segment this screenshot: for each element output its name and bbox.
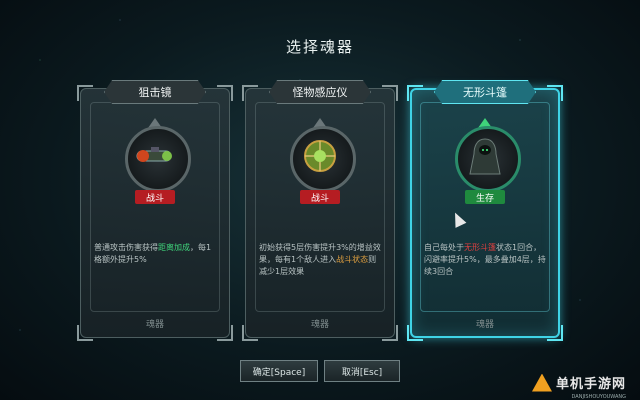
scope-icon — [125, 126, 185, 186]
card-description: 自己每处于无形斗篷状态1回合，闪避率提升5%，最多叠加4层，持续3回合 — [424, 243, 546, 276]
card-description: 初始获得5层伤害提升3%的增益效果，每有1个敌人进入战斗状态则减少1层效果 — [259, 243, 381, 276]
soul-card-invisible-cloak[interactable]: 无形斗篷 生存 自己每处于无形斗篷状态1回合，闪避率提升5%，最多叠加4层，持续… — [407, 76, 563, 341]
cancel-button[interactable]: 取消[Esc] — [324, 360, 400, 382]
corner-ornament — [217, 85, 233, 101]
card-name: 无形斗篷 — [434, 80, 536, 104]
category-tag: 战斗 — [135, 190, 175, 204]
corner-ornament — [382, 85, 398, 101]
category-tag: 生存 — [465, 190, 505, 204]
corner-ornament — [547, 85, 563, 101]
confirm-button[interactable]: 确定[Space] — [240, 360, 318, 382]
page-title: 选择魂器 — [285, 38, 354, 56]
soul-card-monster-sensor[interactable]: 怪物感应仪 战斗 初始获得5层伤害提升3%的增益效果，每有1个敌人进入战斗状态则… — [242, 76, 398, 341]
cloak-icon — [455, 126, 515, 186]
card-footer: 魂器 — [310, 320, 329, 330]
category-tag: 战斗 — [300, 190, 340, 204]
corner-ornament — [242, 85, 258, 101]
watermark-text: 单机手游网 — [555, 377, 626, 392]
site-watermark: 单机手游网 — [531, 373, 626, 392]
card-footer: 魂器 — [475, 320, 494, 330]
watermark-logo-icon — [531, 373, 552, 392]
watermark-subtext: DANJISHOUYOUWANG — [571, 394, 626, 400]
corner-ornament — [407, 85, 423, 101]
soul-card-sniper-scope[interactable]: 狙击镜 战斗 普通攻击伤害获得距离加成，每1格额外提升5% 魂器 — [77, 76, 233, 341]
card-description: 普通攻击伤害获得距离加成，每1格额外提升5% — [94, 243, 212, 264]
card-name: 狙击镜 — [104, 80, 206, 104]
card-footer: 魂器 — [145, 320, 164, 330]
card-name: 怪物感应仪 — [269, 80, 371, 104]
corner-ornament — [77, 85, 93, 101]
sensor-orb-icon — [290, 126, 350, 186]
